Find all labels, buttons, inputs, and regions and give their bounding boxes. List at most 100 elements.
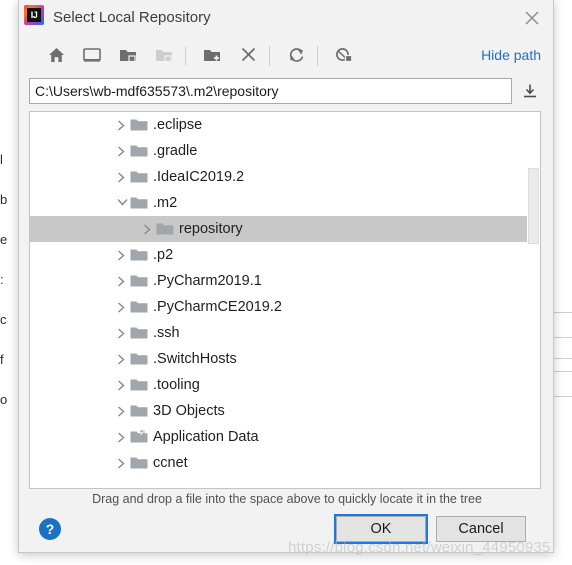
tree-row[interactable]: ccnet xyxy=(30,450,540,476)
folder-icon xyxy=(129,372,151,398)
help-icon: ? xyxy=(45,521,55,537)
tree-row[interactable]: .tooling xyxy=(30,372,540,398)
collapse-path-icon[interactable] xyxy=(519,80,541,102)
intellij-idea-icon: IJ xyxy=(24,5,44,25)
tree-row[interactable]: Application Data xyxy=(30,424,540,450)
tree-row[interactable]: .IdeaIC2019.2 xyxy=(30,164,540,190)
folder-icon xyxy=(129,112,151,138)
chevron-right-icon[interactable] xyxy=(115,398,129,424)
path-row xyxy=(19,76,553,110)
help-button[interactable]: ? xyxy=(39,518,61,540)
dialog-titlebar: IJ Select Local Repository xyxy=(19,0,553,36)
folder-icon xyxy=(129,294,151,320)
app-icon-label: IJ xyxy=(30,10,38,20)
module-folder-icon xyxy=(149,41,179,71)
dialog-toolbar: Hide path xyxy=(19,38,553,76)
chevron-right-icon[interactable] xyxy=(141,216,155,242)
tree-item-label: .PyCharmCE2019.2 xyxy=(153,299,282,315)
ok-button[interactable]: OK xyxy=(334,514,428,544)
folder-icon xyxy=(155,216,177,242)
folder-icon xyxy=(129,268,151,294)
tree-item-label: Application Data xyxy=(153,429,259,445)
dialog-title: Select Local Repository xyxy=(53,9,211,26)
chevron-right-icon[interactable] xyxy=(115,268,129,294)
tree-row[interactable]: .m2 xyxy=(30,190,540,216)
tree-row[interactable]: .eclipse xyxy=(30,112,540,138)
tree-item-label: .eclipse xyxy=(153,117,203,133)
refresh-icon[interactable] xyxy=(281,41,311,71)
home-icon[interactable] xyxy=(41,41,71,71)
folder-icon xyxy=(129,320,151,346)
tree-item-label: 3D Objects xyxy=(153,403,225,419)
chevron-right-icon[interactable] xyxy=(115,372,129,398)
folder-icon xyxy=(129,138,151,164)
folder-icon xyxy=(129,398,151,424)
path-input[interactable] xyxy=(29,78,512,104)
folder-shortcut-icon xyxy=(129,424,151,450)
tree-item-label: .tooling xyxy=(153,377,200,393)
chevron-right-icon[interactable] xyxy=(115,320,129,346)
tree-row[interactable]: .gradle xyxy=(30,138,540,164)
chevron-down-icon[interactable] xyxy=(115,190,129,216)
chevron-right-icon[interactable] xyxy=(115,112,129,138)
tree-item-label: .PyCharm2019.1 xyxy=(153,273,262,289)
drag-drop-hint: Drag and drop a file into the space abov… xyxy=(92,492,482,506)
chevron-right-icon[interactable] xyxy=(115,294,129,320)
toolbar-separator xyxy=(317,46,318,66)
project-folder-icon[interactable] xyxy=(113,41,143,71)
folder-icon xyxy=(129,190,151,216)
directory-tree-panel[interactable]: .eclipse .gradle .IdeaIC2019.2 .m2 repositor… xyxy=(29,111,541,489)
tree-row[interactable]: .ssh xyxy=(30,320,540,346)
chevron-right-icon[interactable] xyxy=(115,424,129,450)
desktop-icon[interactable] xyxy=(77,41,107,71)
folder-icon xyxy=(129,450,151,476)
tree-item-label: .IdeaIC2019.2 xyxy=(153,169,245,185)
toolbar-separator xyxy=(185,46,186,66)
tree-item-label: ccnet xyxy=(153,455,188,471)
tree-row[interactable]: 3D Objects xyxy=(30,398,540,424)
tree-row[interactable]: .PyCharm2019.1 xyxy=(30,268,540,294)
tree-item-label: repository xyxy=(179,221,243,237)
tree-scrollbar-thumb[interactable] xyxy=(528,168,539,244)
tree-item-label: .p2 xyxy=(153,247,174,263)
tree-row[interactable]: repository xyxy=(30,216,540,242)
directory-tree-list: .eclipse .gradle .IdeaIC2019.2 .m2 repositor… xyxy=(30,112,540,476)
new-folder-icon[interactable] xyxy=(197,41,227,71)
close-icon[interactable] xyxy=(517,4,547,32)
chevron-right-icon[interactable] xyxy=(115,138,129,164)
tree-row[interactable]: .SwitchHosts xyxy=(30,346,540,372)
delete-icon[interactable] xyxy=(233,41,263,71)
chevron-right-icon[interactable] xyxy=(115,164,129,190)
tree-item-label: .ssh xyxy=(153,325,180,341)
show-hidden-icon[interactable] xyxy=(329,41,359,71)
tree-item-label: .SwitchHosts xyxy=(153,351,237,367)
select-local-repository-dialog: IJ Select Local Repository Hide path C:\… xyxy=(18,0,554,553)
cancel-button[interactable]: Cancel xyxy=(436,516,526,542)
tree-scrollbar[interactable] xyxy=(527,112,540,488)
folder-icon xyxy=(129,346,151,372)
folder-icon xyxy=(129,242,151,268)
hide-path-link[interactable]: Hide path xyxy=(481,47,541,63)
tree-row[interactable]: .PyCharmCE2019.2 xyxy=(30,294,540,320)
chevron-right-icon[interactable] xyxy=(115,346,129,372)
tree-row[interactable]: .p2 xyxy=(30,242,540,268)
folder-icon xyxy=(129,164,151,190)
background-left-text: l b e : c f o xyxy=(0,152,8,407)
tree-item-label: .gradle xyxy=(153,143,198,159)
chevron-right-icon[interactable] xyxy=(115,450,129,476)
chevron-right-icon[interactable] xyxy=(115,242,129,268)
